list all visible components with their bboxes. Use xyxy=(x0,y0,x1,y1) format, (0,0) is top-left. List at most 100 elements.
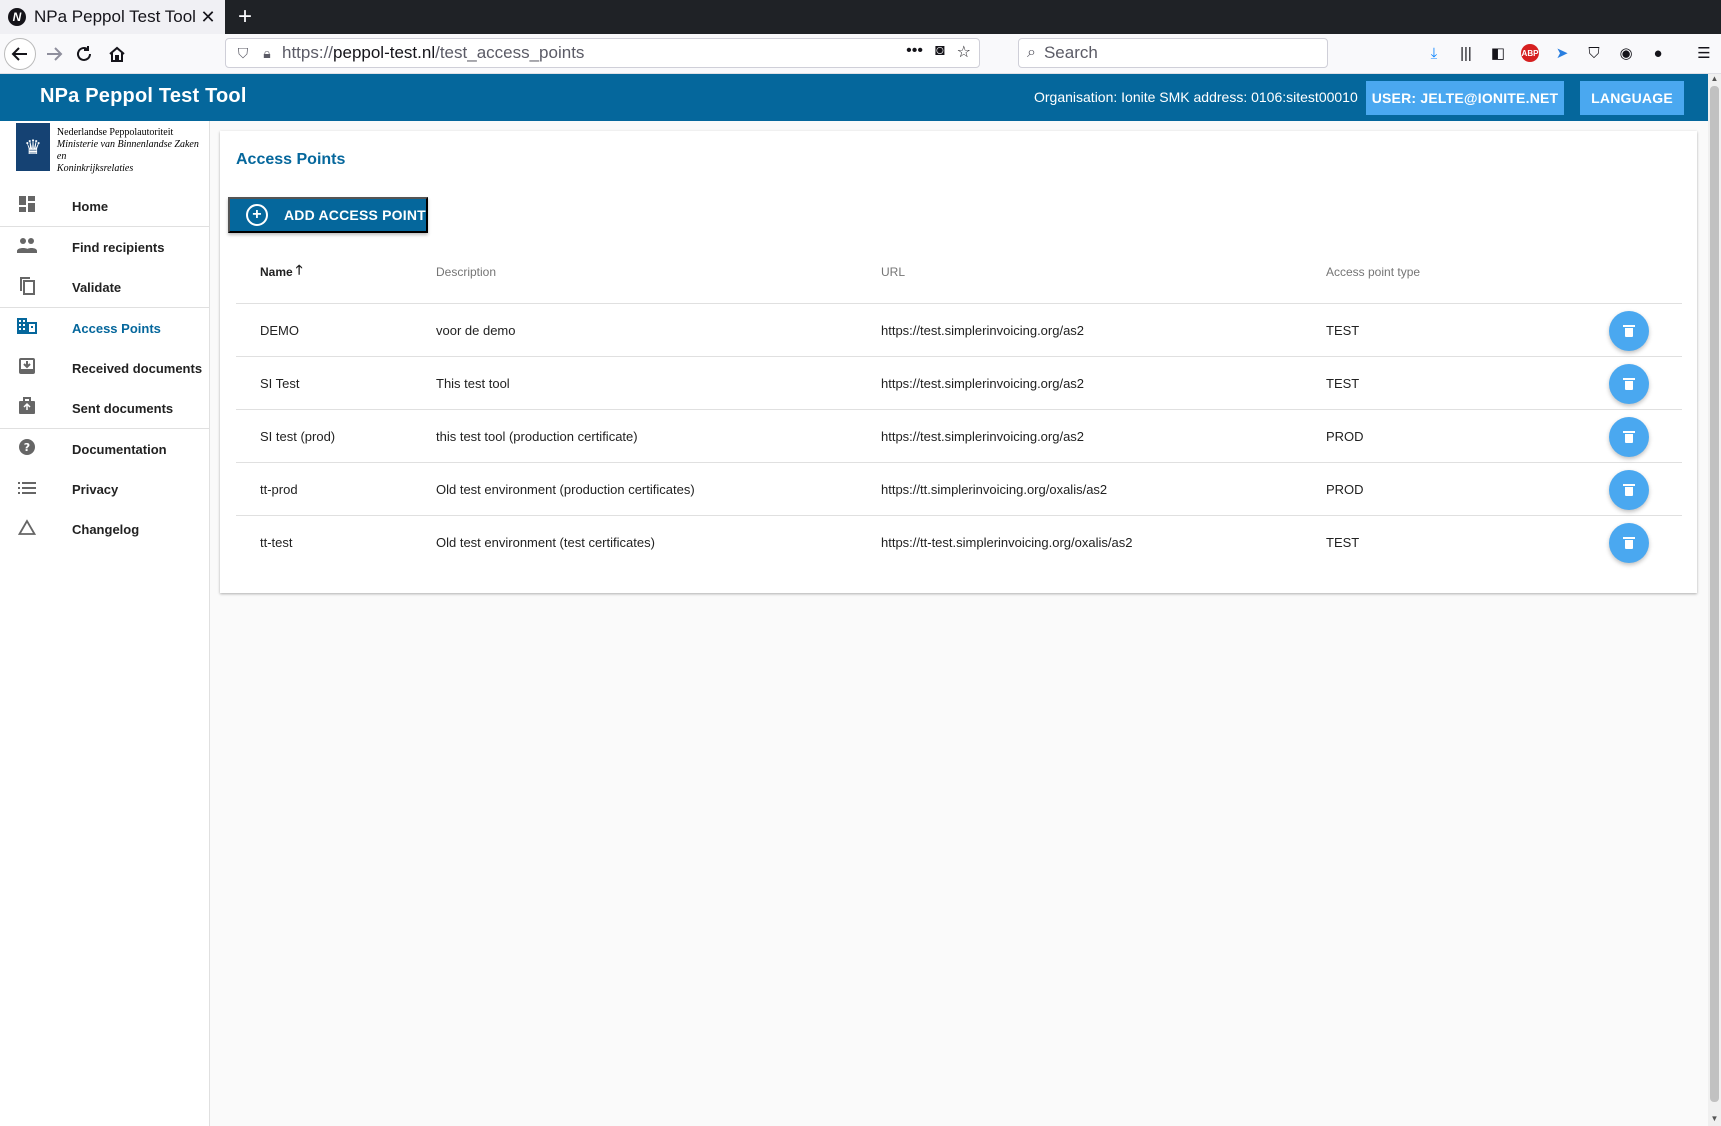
page-title: Access Points xyxy=(236,151,346,168)
arrow-left-icon xyxy=(11,47,27,61)
triangle-icon xyxy=(16,518,38,540)
sidebar-item-validate[interactable]: Validate xyxy=(0,267,209,307)
account-icon[interactable]: ◉ xyxy=(1617,42,1635,64)
adblock-icon[interactable]: ABP xyxy=(1521,44,1539,62)
sidebar-item-label: Received documents xyxy=(72,360,203,376)
table-row: SI test (prod) this test tool (productio… xyxy=(236,410,1682,463)
cell-url: https://test.simplerinvoicing.org/as2 xyxy=(881,429,1085,444)
delete-button[interactable] xyxy=(1609,364,1649,404)
table-row: tt-test Old test environment (test certi… xyxy=(236,516,1682,569)
briefcase-icon xyxy=(16,396,38,420)
shield-icon[interactable]: ⛉ xyxy=(234,45,252,62)
url-path: /test_access_points xyxy=(435,43,585,62)
column-header-type[interactable]: Access point type xyxy=(1326,240,1420,304)
lock-icon[interactable]: 🔒︎ xyxy=(258,45,276,62)
cell-type: PROD xyxy=(1326,429,1364,444)
page-actions-icon[interactable]: ••• xyxy=(906,42,923,62)
sidebar-item-documentation[interactable]: ? Documentation xyxy=(0,429,209,469)
scroll-down-icon[interactable]: ▼ xyxy=(1708,1114,1721,1126)
cell-url: https://tt-test.simplerinvoicing.org/oxa… xyxy=(881,535,1133,550)
trash-icon xyxy=(1623,378,1635,390)
trash-icon xyxy=(1623,325,1635,337)
sidebar: ♛ Nederlandse Peppolautoriteit Ministeri… xyxy=(0,121,210,1126)
trash-icon xyxy=(1623,537,1635,549)
privacy-badger-icon[interactable]: ⛉ xyxy=(1585,42,1603,64)
sidebar-item-find-recipients[interactable]: Find recipients xyxy=(0,227,209,267)
copy-icon xyxy=(16,275,38,300)
search-field[interactable]: ⌕ Search xyxy=(1018,38,1328,68)
scroll-thumb[interactable] xyxy=(1710,86,1719,1102)
sidebar-icon[interactable]: ◧ xyxy=(1489,42,1507,64)
cell-description: voor de demo xyxy=(436,323,516,338)
sidebar-item-label: Sent documents xyxy=(72,400,174,416)
sidebar-item-access-points[interactable]: Access Points xyxy=(0,308,209,348)
dashboard-icon xyxy=(16,195,38,218)
cell-description: This test tool xyxy=(436,376,510,391)
cell-type: PROD xyxy=(1326,482,1364,497)
library-icon[interactable]: ||| xyxy=(1457,42,1475,64)
column-header-url[interactable]: URL xyxy=(881,240,905,304)
sidebar-item-sent-documents[interactable]: Sent documents xyxy=(0,388,209,428)
trash-icon xyxy=(1623,484,1635,496)
scroll-up-icon[interactable]: ▲ xyxy=(1708,74,1721,86)
table-row: tt-prod Old test environment (production… xyxy=(236,463,1682,516)
sidebar-item-label: Find recipients xyxy=(72,239,165,255)
cookie-extension-icon[interactable]: ● xyxy=(1649,42,1667,64)
sidebar-item-label: Home xyxy=(72,198,109,214)
sidebar-item-received-documents[interactable]: Received documents xyxy=(0,348,209,388)
add-access-point-button[interactable]: + ADD ACCESS POINT xyxy=(228,197,428,233)
reload-button[interactable] xyxy=(68,38,100,70)
language-button[interactable]: LANGUAGE xyxy=(1580,81,1684,115)
people-icon xyxy=(16,237,38,258)
add-circle-icon: + xyxy=(246,204,268,226)
cursor-extension-icon[interactable]: ➤ xyxy=(1553,42,1571,64)
browser-tab[interactable]: N NPa Peppol Test Tool ✕ xyxy=(0,0,225,34)
cell-url: https://test.simplerinvoicing.org/as2 xyxy=(881,323,1085,338)
table-header: Name 🡑 Description URL Access point type xyxy=(236,240,1682,304)
logo-line-1: Nederlandse Peppolautoriteit xyxy=(56,127,174,138)
home-button[interactable] xyxy=(101,38,133,70)
list-icon xyxy=(16,479,38,500)
forward-button[interactable] xyxy=(38,38,70,70)
access-points-card: Access Points + ADD ACCESS POINT Name 🡑 … xyxy=(220,131,1697,593)
sidebar-item-privacy[interactable]: Privacy xyxy=(0,469,209,509)
sidebar-item-label: Validate xyxy=(72,279,122,295)
cell-name: tt-test xyxy=(260,535,293,550)
table-row: SI Test This test tool https://test.simp… xyxy=(236,357,1682,410)
hamburger-menu-icon[interactable]: ☰ xyxy=(1695,42,1713,64)
delete-button[interactable] xyxy=(1609,417,1649,457)
delete-button[interactable] xyxy=(1609,311,1649,351)
inbox-icon xyxy=(16,357,38,380)
cell-type: TEST xyxy=(1326,323,1360,338)
add-access-point-label: ADD ACCESS POINT xyxy=(284,207,426,223)
close-tab-icon[interactable]: ✕ xyxy=(199,7,217,28)
cell-description: this test tool (production certificate) xyxy=(436,429,638,444)
delete-button[interactable] xyxy=(1609,470,1649,510)
sidebar-item-label: Access Points xyxy=(72,320,161,336)
address-bar[interactable]: ⛉ 🔒︎ https://peppol-test.nl/test_access_… xyxy=(225,38,980,68)
pocket-icon[interactable]: ◙ xyxy=(935,42,945,62)
app-header: NPa Peppol Test Tool Organisation: Ionit… xyxy=(0,74,1708,121)
bookmark-star-icon[interactable]: ☆ xyxy=(957,42,971,62)
download-icon[interactable]: ⤓ xyxy=(1425,42,1443,64)
column-header-name[interactable]: Name 🡑 xyxy=(260,240,302,304)
coat-of-arms-icon: ♛ xyxy=(16,123,50,171)
back-button[interactable] xyxy=(4,38,36,70)
sidebar-item-label: Privacy xyxy=(72,481,119,497)
delete-button[interactable] xyxy=(1609,523,1649,563)
building-icon xyxy=(16,317,38,339)
svg-text:?: ? xyxy=(24,441,30,454)
site-favicon-icon: N xyxy=(8,8,26,26)
sidebar-item-label: Changelog xyxy=(72,521,140,537)
browser-tab-strip: N NPa Peppol Test Tool ✕ + xyxy=(0,0,1721,34)
sidebar-item-changelog[interactable]: Changelog xyxy=(0,509,209,549)
user-button[interactable]: USER: JELTE@IONITE.NET xyxy=(1366,81,1564,115)
cell-name: tt-prod xyxy=(260,482,298,497)
sidebar-item-home[interactable]: Home xyxy=(0,186,209,226)
url-host: peppol-test.nl xyxy=(333,43,436,62)
page-scrollbar[interactable]: ▲ ▼ xyxy=(1708,74,1721,1126)
new-tab-button[interactable]: + xyxy=(231,3,259,31)
column-header-description[interactable]: Description xyxy=(436,240,496,304)
search-icon: ⌕ xyxy=(1027,44,1036,61)
table-row: DEMO voor de demo https://test.simplerin… xyxy=(236,304,1682,357)
